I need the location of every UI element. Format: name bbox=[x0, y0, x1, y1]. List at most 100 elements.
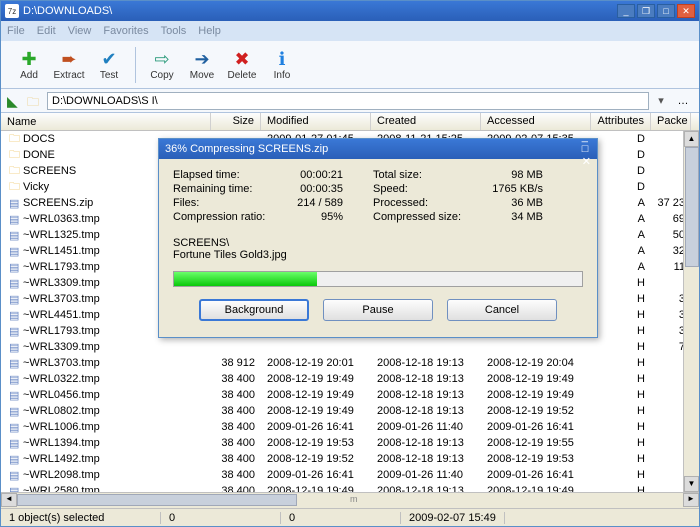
file-attr: H bbox=[591, 453, 651, 465]
menu-file[interactable]: File bbox=[7, 25, 25, 37]
copy-button[interactable]: ⇨Copy bbox=[142, 43, 182, 87]
col-created[interactable]: Created bbox=[371, 113, 481, 130]
file-name: ~WRL1793.tmp bbox=[23, 261, 100, 273]
background-button[interactable]: Background bbox=[199, 299, 309, 321]
table-row[interactable]: ▤~WRL1006.tmp38 4002009-01-26 16:412009-… bbox=[1, 419, 699, 435]
menu-favorites[interactable]: Favorites bbox=[103, 25, 148, 37]
window-title: D:\DOWNLOADS\ bbox=[23, 5, 617, 17]
file-attr: H bbox=[591, 277, 651, 289]
file-created: 2008-12-18 19:13 bbox=[371, 437, 481, 449]
delete-button[interactable]: ✖Delete bbox=[222, 43, 262, 87]
scroll-up-button[interactable]: ▲ bbox=[684, 131, 699, 147]
menu-tools[interactable]: Tools bbox=[161, 25, 187, 37]
scroll-right-button[interactable]: ► bbox=[683, 493, 699, 507]
table-row[interactable]: ▤~WRL0322.tmp38 4002008-12-19 19:492008-… bbox=[1, 371, 699, 387]
files-value: 214 / 589 bbox=[273, 197, 343, 209]
file-icon: ▤ bbox=[9, 373, 23, 386]
file-name: ~WRL1451.tmp bbox=[23, 245, 100, 257]
file-name: ~WRL0802.tmp bbox=[23, 405, 100, 417]
scroll-thumb[interactable] bbox=[685, 147, 699, 267]
app-icon: 7z bbox=[5, 4, 19, 18]
col-size[interactable]: Size bbox=[211, 113, 261, 130]
col-accessed[interactable]: Accessed bbox=[481, 113, 591, 130]
folder-icon: 🗀 bbox=[27, 93, 43, 109]
scroll-left-button[interactable]: ◄ bbox=[1, 493, 17, 507]
col-attributes[interactable]: Attributes bbox=[591, 113, 651, 130]
file-icon: ▤ bbox=[9, 245, 23, 258]
file-created: 2009-01-26 11:40 bbox=[371, 469, 481, 481]
file-icon: ▤ bbox=[9, 325, 23, 338]
table-row[interactable]: ▤~WRL3309.tmpH7 bbox=[1, 339, 699, 355]
scroll-down-button[interactable]: ▼ bbox=[684, 476, 699, 492]
file-name: Vicky bbox=[23, 181, 49, 193]
file-size: 38 400 bbox=[211, 453, 261, 465]
dialog-maximize-button[interactable]: □ bbox=[582, 143, 591, 155]
file-attr: D bbox=[591, 165, 651, 177]
table-row[interactable]: ▤~WRL1394.tmp38 4002008-12-19 19:532008-… bbox=[1, 435, 699, 451]
file-icon: ▤ bbox=[9, 389, 23, 402]
file-icon: ▤ bbox=[9, 421, 23, 434]
compressed-label: Compressed size: bbox=[373, 211, 473, 223]
col-packed[interactable]: Packe bbox=[651, 113, 691, 130]
file-attr: H bbox=[591, 421, 651, 433]
path-dropdown[interactable]: ▾ bbox=[653, 94, 669, 107]
table-row[interactable]: ▤~WRL1492.tmp38 4002008-12-19 19:522008-… bbox=[1, 451, 699, 467]
file-attr: H bbox=[591, 309, 651, 321]
file-modified: 2008-12-19 19:49 bbox=[261, 485, 371, 492]
extract-button[interactable]: ➨Extract bbox=[49, 43, 89, 87]
menubar: File Edit View Favorites Tools Help bbox=[1, 21, 699, 41]
file-name: ~WRL0363.tmp bbox=[23, 213, 100, 225]
total-value: 98 MB bbox=[473, 169, 543, 181]
elapsed-value: 00:00:21 bbox=[273, 169, 343, 181]
test-button[interactable]: ✔Test bbox=[89, 43, 129, 87]
col-modified[interactable]: Modified bbox=[261, 113, 371, 130]
add-button[interactable]: ✚Add bbox=[9, 43, 49, 87]
info-button[interactable]: ℹInfo bbox=[262, 43, 302, 87]
menu-edit[interactable]: Edit bbox=[37, 25, 56, 37]
table-row[interactable]: ▤~WRL0802.tmp38 4002008-12-19 19:492008-… bbox=[1, 403, 699, 419]
up-icon[interactable]: ◣ bbox=[7, 93, 23, 109]
current-folder: SCREENS\ bbox=[173, 237, 583, 249]
file-accessed: 2009-01-26 16:41 bbox=[481, 421, 591, 433]
file-size: 38 400 bbox=[211, 469, 261, 481]
info-icon: ℹ bbox=[279, 48, 286, 70]
table-row[interactable]: ▤~WRL2098.tmp38 4002009-01-26 16:412009-… bbox=[1, 467, 699, 483]
move-button[interactable]: ➔Move bbox=[182, 43, 222, 87]
scroll-thumb-h[interactable] bbox=[17, 494, 297, 506]
pause-button[interactable]: Pause bbox=[323, 299, 433, 321]
table-row[interactable]: ▤~WRL2580.tmp38 4002008-12-19 19:492008-… bbox=[1, 483, 699, 492]
file-accessed: 2008-12-19 19:52 bbox=[481, 405, 591, 417]
menu-view[interactable]: View bbox=[68, 25, 92, 37]
horizontal-scrollbar[interactable]: ◄ m ► bbox=[1, 492, 699, 508]
close-button[interactable]: ✕ bbox=[677, 4, 695, 18]
dialog-titlebar[interactable]: 36% Compressing SCREENS.zip _ □ ✕ bbox=[159, 139, 597, 159]
copy-icon: ⇨ bbox=[154, 48, 169, 70]
file-name: ~WRL3703.tmp bbox=[23, 357, 100, 369]
file-created: 2009-01-26 11:40 bbox=[371, 421, 481, 433]
file-name: ~WRL3703.tmp bbox=[23, 293, 100, 305]
file-icon: ▤ bbox=[9, 309, 23, 322]
file-modified: 2009-01-26 16:41 bbox=[261, 421, 371, 433]
file-modified: 2008-12-19 20:01 bbox=[261, 357, 371, 369]
status-selected: 1 object(s) selected bbox=[1, 512, 161, 524]
menu-help[interactable]: Help bbox=[198, 25, 221, 37]
maximize-button[interactable]: □ bbox=[657, 4, 675, 18]
titlebar[interactable]: 7z D:\DOWNLOADS\ _ ❐ □ ✕ bbox=[1, 1, 699, 21]
file-name: ~WRL3309.tmp bbox=[23, 341, 100, 353]
minimize-button[interactable]: _ bbox=[617, 4, 635, 18]
file-accessed: 2008-12-19 19:49 bbox=[481, 373, 591, 385]
dialog-minimize-button[interactable]: _ bbox=[582, 131, 591, 143]
table-row[interactable]: ▤~WRL3703.tmp38 9122008-12-19 20:012008-… bbox=[1, 355, 699, 371]
path-input[interactable] bbox=[47, 92, 649, 110]
file-accessed: 2008-12-19 19:55 bbox=[481, 437, 591, 449]
table-row[interactable]: ▤~WRL0456.tmp38 4002008-12-19 19:492008-… bbox=[1, 387, 699, 403]
vertical-scrollbar[interactable]: ▲ ▼ bbox=[683, 131, 699, 492]
col-name[interactable]: Name bbox=[1, 113, 211, 130]
compressed-value: 34 MB bbox=[473, 211, 543, 223]
pathbar: ◣ 🗀 ▾ … bbox=[1, 89, 699, 113]
browse-button[interactable]: … bbox=[673, 95, 693, 107]
cancel-button[interactable]: Cancel bbox=[447, 299, 557, 321]
restore-button[interactable]: ❐ bbox=[637, 4, 655, 18]
file-size: 38 400 bbox=[211, 437, 261, 449]
file-attr: D bbox=[591, 149, 651, 161]
